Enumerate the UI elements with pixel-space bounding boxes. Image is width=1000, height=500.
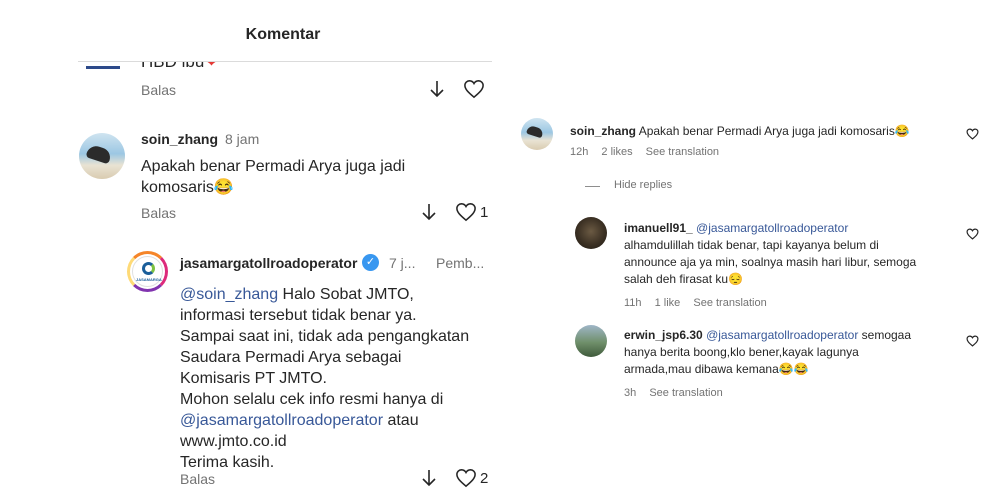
reply-time: 3h [624,387,637,399]
left-panel: HBD ibu❤ Balas Komentar soin_zhang 8 jam… [0,0,500,500]
page-title: Komentar [245,26,321,43]
mention-link[interactable]: @jasamargatollroadoperator [696,221,848,235]
right-comment-line: soin_zhang Apakah benar Permadi Arya jug… [570,123,910,140]
avatar[interactable]: JASAMARGA [127,251,168,292]
hide-replies-line [585,186,600,187]
comment-time: 8 jam [225,131,260,147]
reply-imanuel: imanuell91_ @jasamargatollroadoperator a… [624,221,917,286]
arrow-down-icon[interactable] [421,469,437,487]
previous-reply-button[interactable]: Balas [141,82,176,98]
comment-reply-button[interactable]: Balas [141,205,176,221]
see-translation-link[interactable]: See translation [646,146,719,158]
right-comment-meta: 12h 2 likes See translation [570,146,729,158]
heart-icon[interactable] [966,334,979,347]
right-comment-likes[interactable]: 2 likes [601,146,632,158]
avatar[interactable] [521,118,553,150]
comment-text: Apakah benar Permadi Arya juga jadi komo… [141,158,406,196]
heart-icon[interactable] [966,227,979,240]
comment-username[interactable]: soin_zhang [141,131,218,147]
reply-time: 11h [624,297,642,309]
heart-icon[interactable] [455,202,477,222]
header-divider [78,61,492,62]
right-comment-time: 12h [570,146,589,158]
header: Komentar [0,0,500,62]
right-comment-username[interactable]: soin_zhang [570,124,636,138]
hide-replies-button[interactable]: Hide replies [614,179,672,191]
comment-like-count: 1 [480,204,489,221]
reply-likes[interactable]: 1 like [655,297,681,309]
reply-like-count: 2 [480,470,489,487]
mention-link[interactable]: @jasamargatollroadoperator [180,412,383,429]
heart-icon[interactable] [455,468,477,488]
reply-username[interactable]: imanuell91_ [624,221,693,235]
reply-erwin: erwin_jsp6.30 @jasamargatollroadoperator… [624,328,912,376]
reply-meta: 3h See translation [624,387,733,399]
avatar[interactable] [575,325,607,357]
reply-username[interactable]: jasamargatollroadoperator [180,255,357,271]
arrow-down-icon[interactable] [429,80,445,98]
see-translation-link[interactable]: See translation [693,297,766,309]
verified-badge-icon: ✓ [362,254,379,271]
arrow-down-icon[interactable] [421,203,437,221]
heart-icon[interactable] [463,79,485,99]
see-translation-link[interactable]: See translation [649,387,722,399]
reply-reply-button[interactable]: Balas [180,471,215,487]
reply-username[interactable]: erwin_jsp6.30 [624,328,703,342]
mention-link[interactable]: @soin_zhang [180,286,278,303]
heart-icon[interactable] [966,127,979,140]
avatar[interactable] [575,217,607,249]
reply-meta: 11h 1 like See translation [624,297,777,309]
reply-pinned-label: Pemb... [436,255,485,271]
mention-link[interactable]: @jasamargatollroadoperator [706,328,858,342]
right-comment-text: Apakah benar Permadi Arya juga jadi komo… [638,124,910,138]
reply-text: @soin_zhang Halo Sobat JMTO, informasi t… [180,286,470,471]
reply-time: 7 j... [389,255,416,271]
avatar[interactable] [79,133,125,179]
